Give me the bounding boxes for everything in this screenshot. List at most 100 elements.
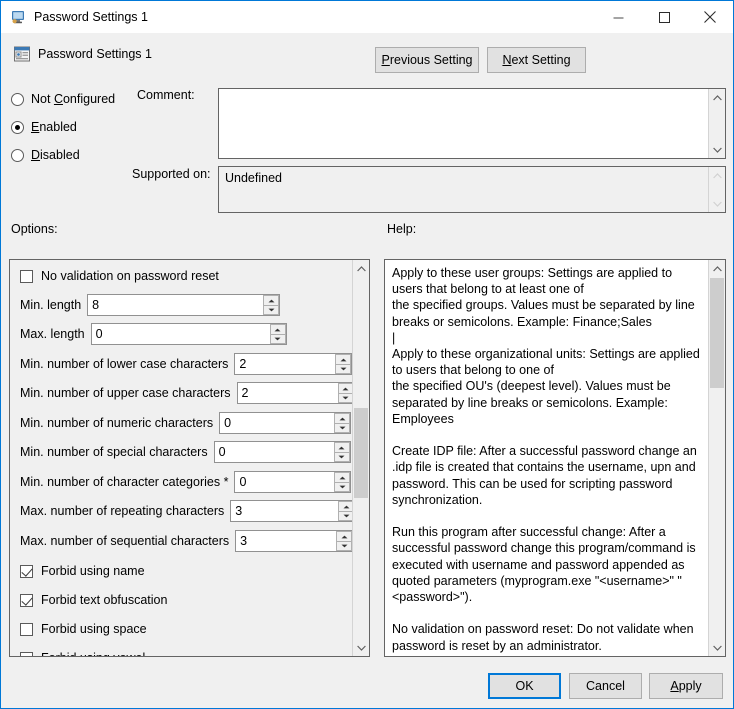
close-button[interactable] bbox=[687, 2, 733, 33]
option-min-numeric[interactable]: Min. number of numeric characters 0 bbox=[10, 409, 352, 437]
checkbox-indicator[interactable] bbox=[20, 652, 33, 657]
stepper-up-icon[interactable] bbox=[270, 324, 286, 334]
option-max-sequential[interactable]: Max. number of sequential characters 3 bbox=[10, 527, 352, 555]
max-repeating-stepper[interactable]: 3 bbox=[230, 500, 352, 522]
stepper-buttons[interactable] bbox=[337, 383, 352, 403]
min-upper-case-stepper[interactable]: 2 bbox=[237, 382, 352, 404]
checkbox-indicator[interactable] bbox=[20, 565, 33, 578]
option-forbid-text-obfuscation[interactable]: Forbid text obfuscation bbox=[10, 586, 352, 614]
comment-value[interactable] bbox=[219, 89, 708, 158]
next-setting-label-rest: ext Setting bbox=[511, 53, 570, 67]
min-character-categories-value[interactable]: 0 bbox=[235, 472, 333, 492]
option-min-length[interactable]: Min. length 8 bbox=[10, 291, 352, 319]
scroll-up-icon[interactable] bbox=[709, 260, 725, 277]
min-character-categories-stepper[interactable]: 0 bbox=[234, 471, 351, 493]
radio-indicator bbox=[11, 149, 24, 162]
radio-enabled[interactable]: Enabled bbox=[11, 120, 77, 134]
setting-header: Password Settings 1 bbox=[2, 33, 732, 77]
title-bar: Password Settings 1 bbox=[1, 1, 733, 33]
max-sequential-stepper[interactable]: 3 bbox=[235, 530, 352, 552]
cancel-button[interactable]: Cancel bbox=[569, 673, 642, 699]
maximize-button[interactable] bbox=[641, 2, 687, 33]
min-lower-case-value[interactable]: 2 bbox=[235, 354, 334, 374]
option-forbid-using-space[interactable]: Forbid using space bbox=[10, 615, 352, 643]
option-label: Forbid using vowel bbox=[41, 651, 145, 656]
min-upper-case-value[interactable]: 2 bbox=[238, 383, 337, 403]
scroll-down-icon[interactable] bbox=[713, 141, 722, 158]
option-min-special[interactable]: Min. number of special characters 0 bbox=[10, 438, 352, 466]
stepper-buttons[interactable] bbox=[269, 324, 286, 344]
next-setting-button[interactable]: Next Setting bbox=[487, 47, 586, 73]
stepper-buttons[interactable] bbox=[335, 531, 352, 551]
stepper-down-icon[interactable] bbox=[338, 393, 352, 403]
max-length-value[interactable]: 0 bbox=[92, 324, 269, 344]
stepper-buttons[interactable] bbox=[334, 354, 351, 374]
option-max-repeating[interactable]: Max. number of repeating characters 3 bbox=[10, 497, 352, 525]
minimize-button[interactable] bbox=[595, 2, 641, 33]
stepper-up-icon[interactable] bbox=[334, 413, 350, 423]
comment-scrollbar[interactable] bbox=[708, 89, 725, 158]
previous-setting-button[interactable]: Previous Setting bbox=[375, 47, 479, 73]
stepper-up-icon[interactable] bbox=[263, 295, 279, 305]
help-scrollbar[interactable] bbox=[708, 260, 725, 656]
stepper-up-icon[interactable] bbox=[338, 501, 352, 511]
stepper-down-icon[interactable] bbox=[334, 482, 350, 492]
stepper-buttons[interactable] bbox=[337, 501, 352, 521]
comment-field[interactable] bbox=[218, 88, 726, 159]
scroll-up-icon bbox=[713, 167, 722, 184]
apply-accel: A bbox=[670, 679, 678, 693]
radio-indicator bbox=[11, 93, 24, 106]
stepper-down-icon[interactable] bbox=[334, 423, 350, 433]
radio-not-configured[interactable]: Not Configured bbox=[11, 92, 115, 106]
scroll-down-icon[interactable] bbox=[709, 639, 725, 656]
option-min-upper-case[interactable]: Min. number of upper case characters 2 bbox=[10, 379, 352, 407]
cancel-button-label: Cancel bbox=[586, 679, 625, 693]
min-special-stepper[interactable]: 0 bbox=[214, 441, 351, 463]
max-sequential-value[interactable]: 3 bbox=[236, 531, 335, 551]
stepper-down-icon[interactable] bbox=[334, 452, 350, 462]
stepper-buttons[interactable] bbox=[333, 442, 350, 462]
checkbox-indicator[interactable] bbox=[20, 270, 33, 283]
min-numeric-value[interactable]: 0 bbox=[220, 413, 333, 433]
min-length-stepper[interactable]: 8 bbox=[87, 294, 280, 316]
min-length-value[interactable]: 8 bbox=[88, 295, 262, 315]
checkbox-indicator[interactable] bbox=[20, 623, 33, 636]
apply-button-label-rest: pply bbox=[679, 679, 702, 693]
min-numeric-stepper[interactable]: 0 bbox=[219, 412, 351, 434]
scroll-up-icon[interactable] bbox=[353, 260, 369, 277]
stepper-down-icon[interactable] bbox=[338, 511, 352, 521]
options-scrollbar-thumb[interactable] bbox=[354, 408, 368, 498]
option-min-lower-case[interactable]: Min. number of lower case characters 2 bbox=[10, 350, 352, 378]
option-max-length[interactable]: Max. length 0 bbox=[10, 320, 352, 348]
min-lower-case-stepper[interactable]: 2 bbox=[234, 353, 352, 375]
stepper-up-icon[interactable] bbox=[338, 383, 352, 393]
radio-disabled[interactable]: Disabled bbox=[11, 148, 80, 162]
apply-button[interactable]: Apply bbox=[649, 673, 723, 699]
stepper-up-icon[interactable] bbox=[334, 442, 350, 452]
ok-button[interactable]: OK bbox=[488, 673, 561, 699]
option-no-validation-on-password-reset[interactable]: No validation on password reset bbox=[10, 262, 352, 290]
stepper-buttons[interactable] bbox=[262, 295, 279, 315]
stepper-up-icon[interactable] bbox=[336, 531, 352, 541]
stepper-up-icon[interactable] bbox=[335, 354, 351, 364]
option-forbid-using-name[interactable]: Forbid using name bbox=[10, 557, 352, 585]
option-forbid-using-vowel[interactable]: Forbid using vowel bbox=[10, 644, 352, 656]
max-repeating-value[interactable]: 3 bbox=[231, 501, 337, 521]
setting-title: Password Settings 1 bbox=[38, 47, 152, 61]
min-special-value[interactable]: 0 bbox=[215, 442, 333, 462]
stepper-down-icon[interactable] bbox=[335, 364, 351, 374]
stepper-down-icon[interactable] bbox=[263, 305, 279, 315]
stepper-down-icon[interactable] bbox=[270, 334, 286, 344]
help-scrollbar-thumb[interactable] bbox=[710, 278, 724, 388]
stepper-up-icon[interactable] bbox=[334, 472, 350, 482]
scroll-up-icon[interactable] bbox=[713, 89, 722, 106]
scroll-down-icon[interactable] bbox=[353, 639, 369, 656]
options-scrollbar[interactable] bbox=[352, 260, 369, 656]
stepper-buttons[interactable] bbox=[333, 413, 350, 433]
stepper-buttons[interactable] bbox=[333, 472, 350, 492]
max-length-stepper[interactable]: 0 bbox=[91, 323, 287, 345]
checkbox-indicator[interactable] bbox=[20, 594, 33, 607]
option-label: Max. number of sequential characters bbox=[20, 534, 229, 548]
option-min-character-categories[interactable]: Min. number of character categories * 0 bbox=[10, 468, 352, 496]
stepper-down-icon[interactable] bbox=[336, 541, 352, 551]
